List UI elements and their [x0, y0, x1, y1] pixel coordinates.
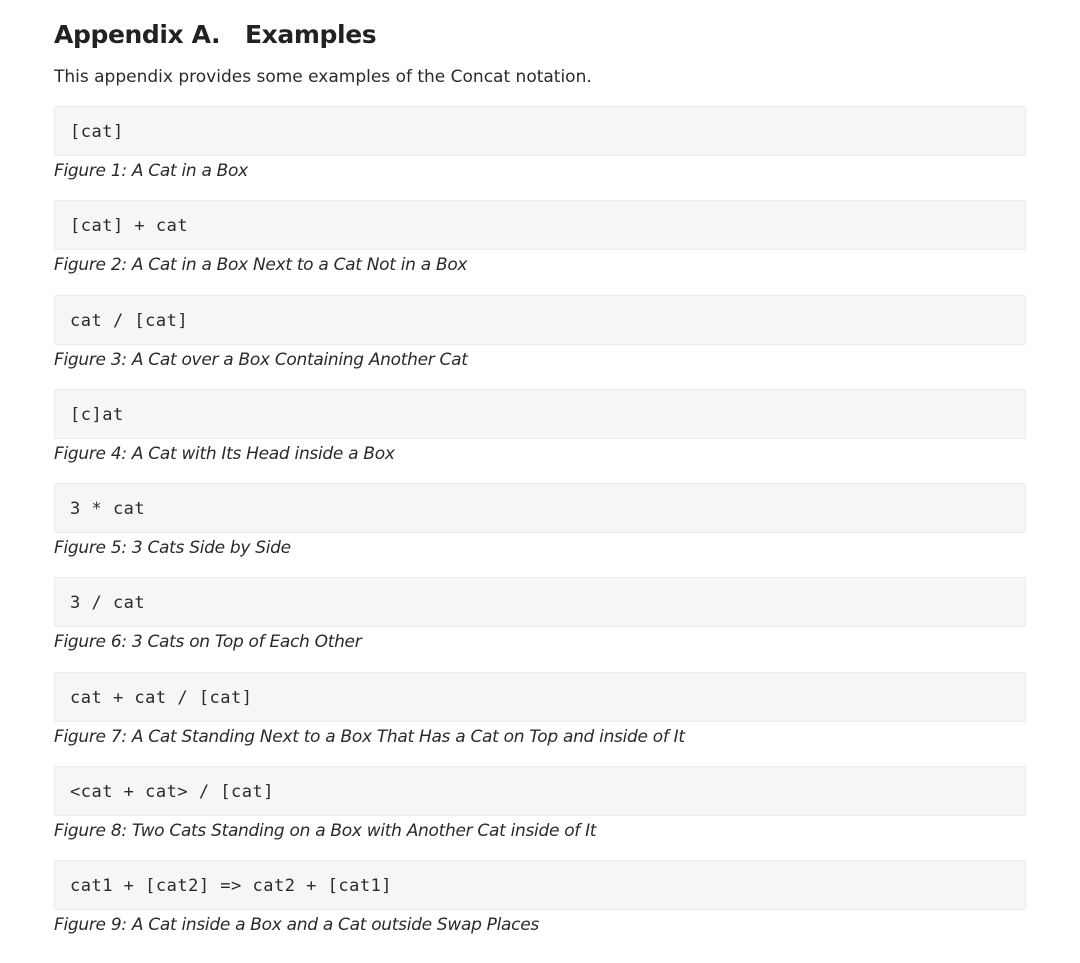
figure-caption: Figure 1: A Cat in a Box	[54, 161, 248, 181]
code-block: [c]at	[54, 388, 1026, 439]
code-text: cat1 + [cat2] => cat2 + [cat1]	[70, 876, 393, 897]
code-text: [c]at	[70, 404, 124, 425]
figure-caption: Figure 2: A Cat in a Box Next to a Cat N…	[54, 255, 468, 276]
figure-caption: Figure 7: A Cat Standing Next to a Box T…	[54, 726, 685, 747]
code-text: [cat]	[70, 122, 124, 142]
code-text: cat + cat / [cat]	[70, 687, 253, 708]
figure-2: [cat] + cat Figure 2: A Cat in a Box Nex…	[54, 200, 1026, 294]
code-text: 3 / cat	[70, 593, 146, 614]
figure-5: 3 * cat Figure 5: 3 Cats Side by Side	[54, 483, 1026, 577]
section-title: Appendix A. Examples	[54, 20, 377, 49]
figure-9: cat1 + [cat2] => cat2 + [cat1] Figure 9:…	[54, 860, 1026, 954]
figure-caption: Figure 5: 3 Cats Side by Side	[54, 538, 291, 559]
code-block: [cat]	[54, 106, 1026, 156]
code-block: cat / [cat]	[54, 294, 1026, 345]
figure-1: [cat] Figure 1: A Cat in a Box	[54, 106, 1026, 200]
code-text: [cat] + cat	[70, 216, 189, 237]
figure-6: 3 / cat Figure 6: 3 Cats on Top of Each …	[54, 577, 1026, 671]
code-text: 3 * cat	[70, 499, 146, 520]
figure-3: cat / [cat] Figure 3: A Cat over a Box C…	[54, 294, 1026, 389]
intro-paragraph: This appendix provides some examples of …	[54, 67, 592, 87]
figure-4: [c]at Figure 4: A Cat with Its Head insi…	[54, 388, 1026, 483]
code-block: [cat] + cat	[54, 200, 1026, 251]
code-block: cat1 + [cat2] => cat2 + [cat1]	[54, 860, 1026, 911]
figure-caption: Figure 8: Two Cats Standing on a Box wit…	[54, 821, 597, 842]
figure-caption: Figure 3: A Cat over a Box Containing An…	[54, 349, 468, 370]
code-text: cat / [cat]	[70, 310, 189, 331]
code-block: 3 * cat	[54, 483, 1026, 534]
figure-caption: Figure 6: 3 Cats on Top of Each Other	[54, 632, 362, 653]
figure-8: <cat + cat> / [cat] Figure 8: Two Cats S…	[54, 766, 1026, 860]
figure-caption: Figure 4: A Cat with Its Head inside a B…	[54, 443, 395, 464]
code-block: cat + cat / [cat]	[54, 671, 1026, 722]
code-block: 3 / cat	[54, 577, 1026, 628]
code-text: <cat + cat> / [cat]	[70, 782, 274, 803]
code-block: <cat + cat> / [cat]	[54, 766, 1026, 817]
figure-caption: Figure 9: A Cat inside a Box and a Cat o…	[54, 915, 539, 936]
figure-7: cat + cat / [cat] Figure 7: A Cat Standi…	[54, 671, 1026, 766]
figure-list: [cat] Figure 1: A Cat in a Box [cat] + c…	[54, 106, 1026, 955]
